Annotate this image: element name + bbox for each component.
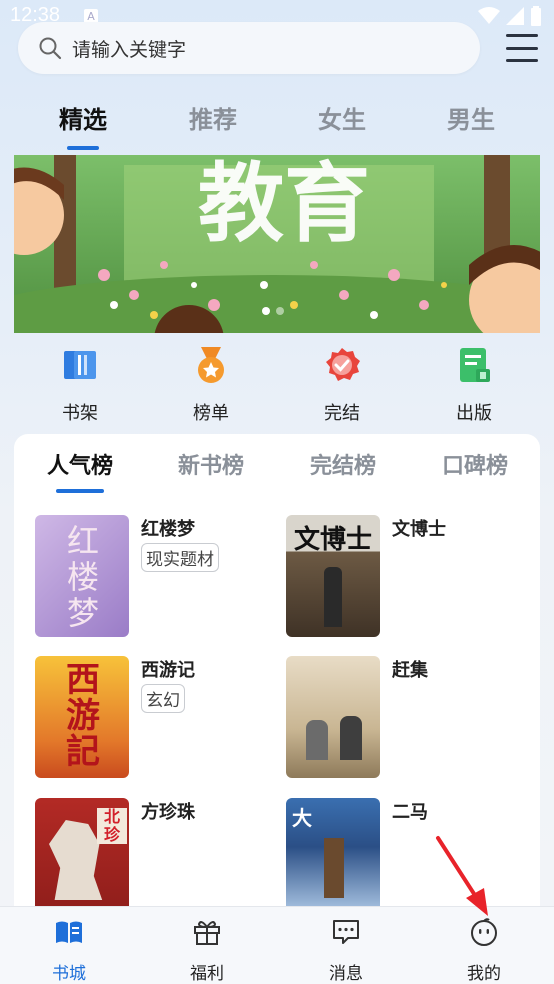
annotation-arrow xyxy=(436,836,488,916)
book-title: 文博士 xyxy=(392,519,446,540)
nav-profile[interactable]: 我的 xyxy=(444,917,524,984)
book-cover: 西游記 xyxy=(35,656,129,778)
cover-tower xyxy=(324,838,344,898)
cover-text: 文博士 xyxy=(293,525,372,555)
menu-button[interactable] xyxy=(506,34,538,62)
category-label: 书架 xyxy=(62,403,98,424)
book-item[interactable]: 赶集 xyxy=(286,656,526,780)
nav-label: 福利 xyxy=(190,964,224,984)
menu-icon-line xyxy=(506,34,538,37)
tab-new-book-ranking[interactable]: 新书榜 xyxy=(156,448,266,480)
book-title: 二马 xyxy=(392,802,428,823)
banner-dot-active xyxy=(262,307,270,315)
cover-text: 西游記 xyxy=(66,660,100,772)
category-label: 完结 xyxy=(324,403,360,424)
menu-icon-line xyxy=(506,46,538,50)
category-ranking[interactable]: 榜单 xyxy=(161,345,261,425)
book-item[interactable]: 红楼梦 红楼梦 现实题材 xyxy=(35,515,275,639)
tab-female[interactable]: 女生 xyxy=(297,100,387,135)
book-cover: 红楼梦 xyxy=(35,515,129,637)
cover-figure xyxy=(324,567,342,627)
book-item[interactable]: 文博士 文博士 xyxy=(286,515,526,639)
cover-figure xyxy=(306,720,328,760)
nav-label: 书城 xyxy=(52,964,86,984)
cover-figure xyxy=(340,716,362,760)
book-tag: 玄幻 xyxy=(141,684,185,713)
tab-featured[interactable]: 精选 xyxy=(38,100,128,135)
nav-bookstore[interactable]: 书城 xyxy=(29,917,109,984)
nav-label: 消息 xyxy=(329,964,363,984)
category-publishing[interactable]: 出版 xyxy=(424,345,524,425)
banner-carousel[interactable]: 教育 xyxy=(14,155,540,333)
category-bookshelf[interactable]: 书架 xyxy=(30,345,130,425)
tab-completed-ranking[interactable]: 完结榜 xyxy=(288,448,398,480)
book-item[interactable]: 北珍 方珍珠 xyxy=(35,798,275,922)
book-open-icon xyxy=(56,921,82,943)
active-rank-tab-indicator xyxy=(56,489,104,493)
profile-face-icon xyxy=(471,918,497,946)
nav-label: 我的 xyxy=(467,964,501,984)
book-title: 赶集 xyxy=(392,660,428,681)
banner-dot xyxy=(276,307,284,315)
tab-male[interactable]: 男生 xyxy=(426,100,516,135)
banner-pagination xyxy=(262,307,284,315)
book-title: 红楼梦 xyxy=(141,519,195,540)
tab-reputation-ranking[interactable]: 口碑榜 xyxy=(420,448,530,480)
book-cover: 大 xyxy=(286,798,380,920)
book-cover xyxy=(286,656,380,778)
menu-icon-line xyxy=(506,59,538,62)
cover-text: 北珍 xyxy=(97,808,127,844)
search-placeholder: 请输入关键字 xyxy=(72,38,187,61)
banner-title: 教育 xyxy=(198,155,370,254)
book-item[interactable]: 西游記 西游记 玄幻 xyxy=(35,656,275,780)
cover-text: 大 xyxy=(292,806,312,830)
message-icon xyxy=(333,920,359,944)
completed-badge-icon xyxy=(326,348,360,381)
search-row: 请输入关键字 xyxy=(18,22,538,76)
bookshelf-icon xyxy=(64,351,96,379)
search-input[interactable]: 请输入关键字 xyxy=(18,22,480,74)
nav-messages[interactable]: 消息 xyxy=(306,917,386,984)
active-tab-indicator xyxy=(67,146,99,150)
book-cover: 文博士 xyxy=(286,515,380,637)
book-tag: 现实题材 xyxy=(141,543,219,572)
medal-icon xyxy=(198,347,224,383)
cover-text: 红楼梦 xyxy=(66,522,99,632)
category-shortcuts: 书架 榜单 完结 出版 xyxy=(0,345,554,425)
category-label: 出版 xyxy=(456,403,492,424)
publish-book-icon xyxy=(460,348,490,382)
tab-popular-ranking[interactable]: 人气榜 xyxy=(25,448,135,480)
top-tabs: 精选 推荐 女生 男生 xyxy=(0,100,554,156)
category-label: 榜单 xyxy=(193,403,229,424)
gift-icon xyxy=(194,921,220,945)
book-cover: 北珍 xyxy=(35,798,129,920)
book-title: 西游记 xyxy=(141,660,195,681)
tab-recommended[interactable]: 推荐 xyxy=(168,100,258,135)
book-title: 方珍珠 xyxy=(141,802,195,823)
category-completed[interactable]: 完结 xyxy=(292,345,392,425)
nav-welfare[interactable]: 福利 xyxy=(167,917,247,984)
search-icon xyxy=(39,37,62,60)
